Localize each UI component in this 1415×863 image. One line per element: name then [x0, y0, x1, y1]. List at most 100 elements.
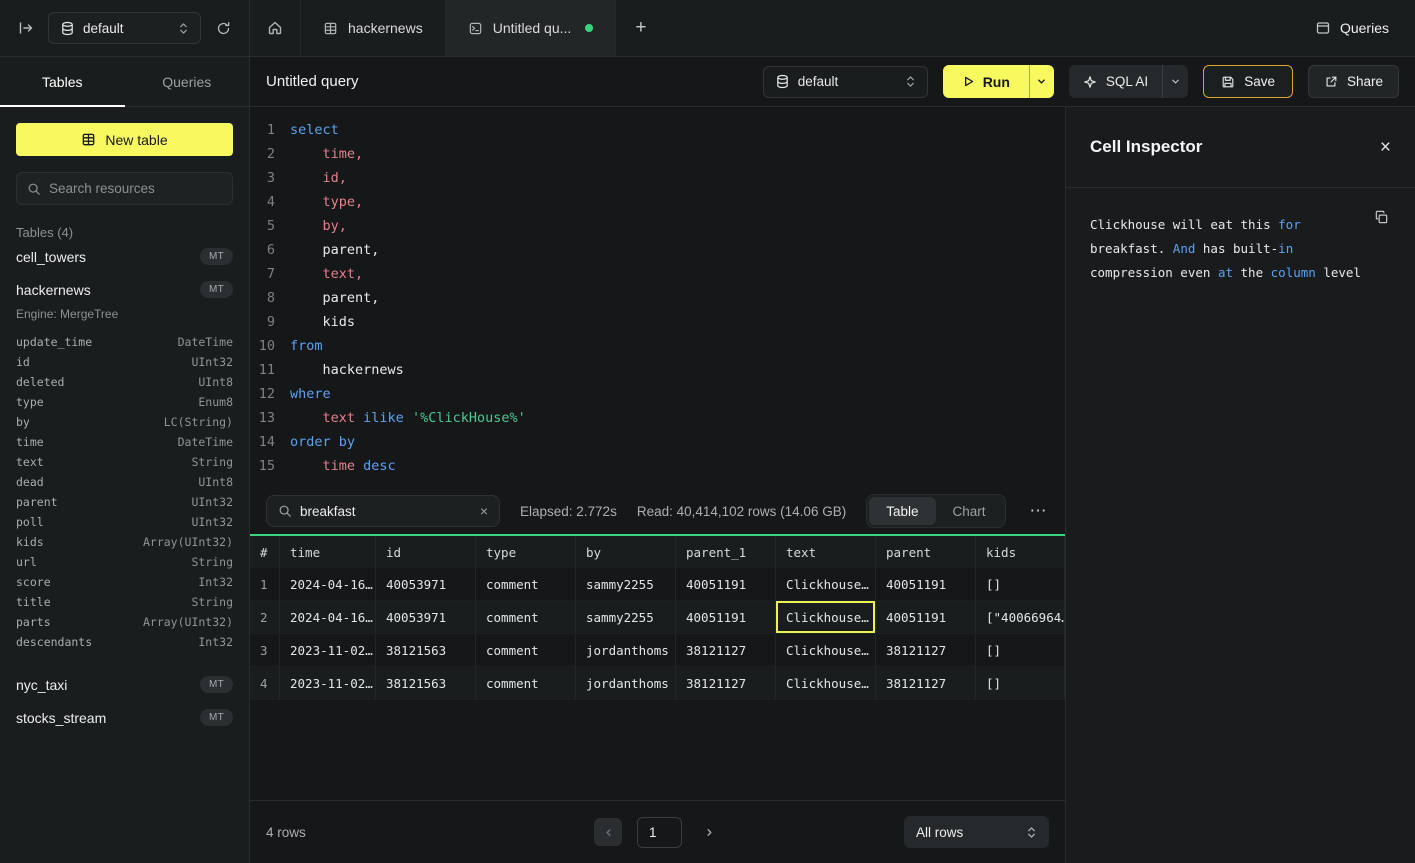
editor-line[interactable]: 1select: [250, 118, 1065, 142]
editor-line[interactable]: 11 hackernews: [250, 358, 1065, 382]
editor-line[interactable]: 13 text ilike '%ClickHouse%': [250, 406, 1065, 430]
sidebar-tab-tables[interactable]: Tables: [0, 57, 125, 106]
tab-untitled-query[interactable]: Untitled qu...: [446, 0, 617, 56]
table-cell[interactable]: comment: [476, 667, 576, 699]
page-size-select[interactable]: All rows: [904, 816, 1049, 848]
tab-hackernews[interactable]: hackernews: [301, 0, 446, 56]
row-index-cell[interactable]: 4: [250, 667, 280, 699]
column-row[interactable]: kidsArray(UInt32): [16, 532, 233, 552]
results-search-input[interactable]: [300, 504, 472, 519]
table-cell[interactable]: 38121127: [876, 634, 976, 666]
table-cell[interactable]: 38121127: [676, 634, 776, 666]
editor-line[interactable]: 10from: [250, 334, 1065, 358]
editor-line[interactable]: 5 by,: [250, 214, 1065, 238]
editor-line[interactable]: 2 time,: [250, 142, 1065, 166]
column-row[interactable]: deadUInt8: [16, 472, 233, 492]
column-header[interactable]: parent_1: [676, 536, 776, 568]
prev-page-button[interactable]: [594, 818, 622, 846]
table-row[interactable]: 42023-11-02…38121563commentjordanthoms38…: [250, 667, 1065, 700]
refresh-icon[interactable]: [211, 16, 235, 40]
column-header[interactable]: time: [280, 536, 376, 568]
sidebar-tab-queries[interactable]: Queries: [125, 57, 250, 106]
table-cell[interactable]: 40053971: [376, 601, 476, 633]
new-table-button[interactable]: New table: [16, 123, 233, 156]
table-cell[interactable]: sammy2255: [576, 601, 676, 633]
sidebar-search-input[interactable]: [49, 181, 222, 196]
editor-line[interactable]: 4 type,: [250, 190, 1065, 214]
column-header[interactable]: parent: [876, 536, 976, 568]
table-cell[interactable]: Clickhouse…: [776, 634, 876, 666]
table-cell[interactable]: jordanthoms: [576, 634, 676, 666]
column-row[interactable]: titleString: [16, 592, 233, 612]
table-cell[interactable]: 2023-11-02…: [280, 667, 376, 699]
page-number-input[interactable]: 1: [637, 817, 682, 848]
more-options-button[interactable]: ⋯: [1026, 501, 1051, 521]
save-button[interactable]: Save: [1203, 65, 1293, 98]
column-row[interactable]: scoreInt32: [16, 572, 233, 592]
row-index-cell[interactable]: 3: [250, 634, 280, 666]
next-page-button[interactable]: [697, 818, 721, 846]
queries-button[interactable]: Queries: [1315, 20, 1389, 36]
column-row[interactable]: update_timeDateTime: [16, 332, 233, 352]
table-cell[interactable]: 2024-04-16…: [280, 568, 376, 600]
editor-line[interactable]: 14order by: [250, 430, 1065, 454]
table-cell[interactable]: 40051191: [676, 568, 776, 600]
column-row[interactable]: idUInt32: [16, 352, 233, 372]
column-row[interactable]: byLC(String): [16, 412, 233, 432]
table-cell[interactable]: 38121563: [376, 634, 476, 666]
editor-line[interactable]: 12where: [250, 382, 1065, 406]
column-header[interactable]: by: [576, 536, 676, 568]
table-row[interactable]: 22024-04-16…40053971commentsammy22554005…: [250, 601, 1065, 634]
table-cell[interactable]: 40051191: [876, 601, 976, 633]
editor-line[interactable]: 7 text,: [250, 262, 1065, 286]
column-header[interactable]: kids: [976, 536, 1065, 568]
column-row[interactable]: pollUInt32: [16, 512, 233, 532]
run-button[interactable]: Run: [943, 65, 1029, 98]
share-button[interactable]: Share: [1308, 65, 1399, 98]
editor-line[interactable]: 8 parent,: [250, 286, 1065, 310]
table-cell[interactable]: comment: [476, 601, 576, 633]
table-row[interactable]: 12024-04-16…40053971commentsammy22554005…: [250, 568, 1065, 601]
table-item-cell-towers[interactable]: cell_towers MT: [16, 240, 233, 273]
database-selector[interactable]: default: [48, 12, 201, 44]
column-header[interactable]: type: [476, 536, 576, 568]
row-index-cell[interactable]: 2: [250, 601, 280, 633]
query-database-selector[interactable]: default: [763, 66, 928, 98]
table-cell[interactable]: 40051191: [876, 568, 976, 600]
table-cell[interactable]: 2024-04-16…: [280, 601, 376, 633]
column-row[interactable]: deletedUInt8: [16, 372, 233, 392]
table-cell[interactable]: 40053971: [376, 568, 476, 600]
table-cell[interactable]: []: [976, 568, 1065, 600]
new-tab-button[interactable]: +: [616, 0, 665, 56]
sql-ai-options-button[interactable]: [1162, 65, 1188, 98]
sidebar-toggle-icon[interactable]: [14, 16, 38, 40]
tab-home[interactable]: [250, 0, 301, 56]
table-cell[interactable]: Clickhouse…: [776, 568, 876, 600]
row-index-cell[interactable]: 1: [250, 568, 280, 600]
table-cell[interactable]: 38121127: [676, 667, 776, 699]
close-icon[interactable]: ×: [1380, 138, 1391, 157]
table-cell[interactable]: 40051191: [676, 601, 776, 633]
table-cell[interactable]: []: [976, 634, 1065, 666]
table-cell[interactable]: []: [976, 667, 1065, 699]
table-cell[interactable]: Clickhouse…: [776, 601, 876, 633]
column-row[interactable]: descendantsInt32: [16, 632, 233, 652]
table-item-hackernews[interactable]: hackernews MT: [16, 273, 233, 306]
table-cell[interactable]: 38121563: [376, 667, 476, 699]
column-row[interactable]: timeDateTime: [16, 432, 233, 452]
table-cell[interactable]: ["40066964…: [976, 601, 1065, 633]
column-row[interactable]: urlString: [16, 552, 233, 572]
editor-line[interactable]: 9 kids: [250, 310, 1065, 334]
editor-line[interactable]: 15 time desc: [250, 454, 1065, 478]
sql-ai-button[interactable]: SQL AI: [1069, 65, 1162, 98]
column-row[interactable]: parentUInt32: [16, 492, 233, 512]
table-row[interactable]: 32023-11-02…38121563commentjordanthoms38…: [250, 634, 1065, 667]
run-options-button[interactable]: [1029, 65, 1054, 98]
column-row[interactable]: partsArray(UInt32): [16, 612, 233, 632]
editor-line[interactable]: 6 parent,: [250, 238, 1065, 262]
copy-icon[interactable]: [1374, 210, 1389, 228]
table-cell[interactable]: comment: [476, 568, 576, 600]
sql-editor[interactable]: 1select2 time,3 id,4 type,5 by,6 parent,…: [250, 107, 1065, 488]
table-cell[interactable]: 38121127: [876, 667, 976, 699]
table-item-stocks-stream[interactable]: stocks_stream MT: [16, 701, 233, 734]
